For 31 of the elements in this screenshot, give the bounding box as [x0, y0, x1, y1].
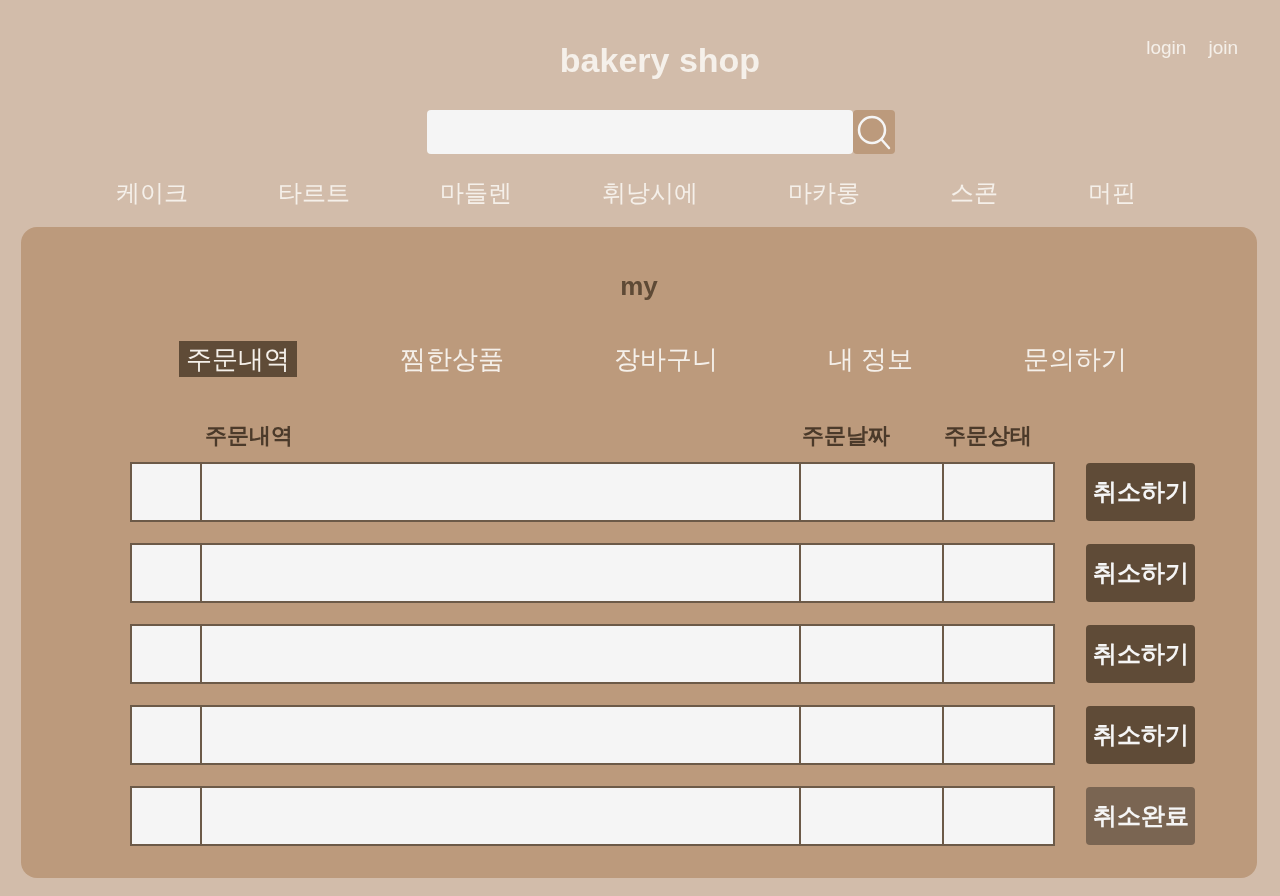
cancel-button[interactable]: 취소하기: [1086, 544, 1195, 602]
table-cell: [132, 545, 200, 601]
category-link[interactable]: 머핀: [1088, 177, 1136, 209]
search-field[interactable]: [427, 110, 853, 154]
column-header: 주문날짜: [802, 423, 890, 448]
table-cell: [132, 626, 200, 682]
column-header: 주문내역: [205, 423, 293, 448]
login-link[interactable]: login: [1146, 36, 1187, 60]
table-cell: [132, 707, 200, 763]
cancel-button[interactable]: 취소하기: [1086, 625, 1195, 683]
site-title: bakery shop: [559, 40, 761, 80]
category-link[interactable]: 휘낭시에: [602, 177, 698, 209]
panel-title: my: [620, 270, 658, 302]
tab[interactable]: 장바구니: [607, 341, 725, 377]
cancel-button[interactable]: 취소하기: [1086, 463, 1195, 521]
tab[interactable]: 주문내역: [179, 341, 297, 377]
table-cell: [132, 464, 200, 520]
cancel-button[interactable]: 취소하기: [1086, 706, 1195, 764]
category-link[interactable]: 마카롱: [788, 177, 860, 209]
search-button[interactable]: [853, 110, 895, 154]
category-link[interactable]: 마들렌: [440, 177, 512, 209]
category-link[interactable]: 타르트: [278, 177, 350, 209]
tab[interactable]: 문의하기: [1016, 341, 1135, 377]
search-icon: [857, 114, 891, 150]
category-link[interactable]: 스콘: [950, 177, 998, 209]
join-link[interactable]: join: [1208, 36, 1238, 60]
column-header: 주문상태: [944, 423, 1032, 448]
table-cell: [132, 788, 200, 844]
tab[interactable]: 내 정보: [821, 341, 921, 377]
category-link[interactable]: 케이크: [116, 177, 188, 209]
tab[interactable]: 찜한상품: [393, 341, 511, 377]
